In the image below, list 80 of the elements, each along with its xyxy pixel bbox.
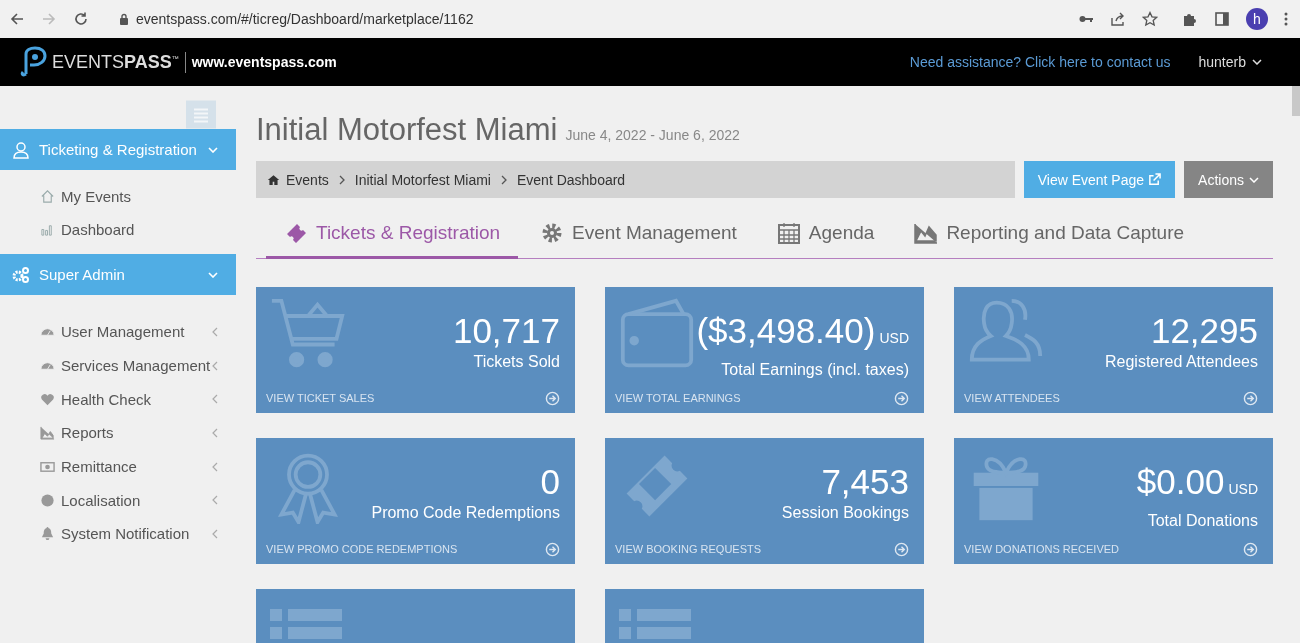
user-menu[interactable]: hunterb — [1198, 54, 1262, 70]
arrow-circle-icon[interactable] — [1243, 541, 1258, 557]
chevron-icon — [212, 394, 218, 405]
sidebar-item[interactable]: User Management — [0, 315, 236, 349]
gears-icon — [12, 265, 30, 284]
caret-icon — [1249, 176, 1259, 183]
breadcrumb-link[interactable]: Events — [286, 171, 329, 188]
back-icon[interactable] — [9, 11, 25, 27]
chevron-icon — [338, 174, 345, 185]
stat-value: $0.00 — [1136, 462, 1225, 502]
currency-unit: USD — [879, 330, 909, 346]
external-link-icon — [1148, 173, 1162, 186]
breadcrumb-link[interactable]: Initial Motorfest Miami — [354, 171, 491, 188]
stat-label: Tickets Sold — [473, 353, 560, 371]
chevron-icon — [500, 174, 507, 185]
side-panel-icon[interactable] — [1214, 11, 1230, 27]
sidebar-item[interactable]: Dashboard — [0, 213, 236, 246]
reload-icon[interactable] — [73, 11, 89, 27]
stat-label: Total Earnings (incl. taxes) — [721, 361, 909, 379]
chevron-icon — [212, 427, 218, 438]
address-bar[interactable]: eventspass.com/#/ticreg/Dashboard/marketplace/1162 — [136, 11, 474, 27]
calendar-icon — [776, 222, 801, 244]
forward-icon[interactable] — [41, 11, 57, 27]
logo-wordmark[interactable]: EVENTSPASS$^{™}$ — [52, 51, 186, 73]
arrow-circle-icon[interactable] — [1243, 390, 1258, 406]
chevron-icon — [208, 146, 218, 153]
sidebar-item[interactable]: Services Management — [0, 348, 236, 383]
site-address: www.eventspass.com — [191, 54, 337, 70]
stat-label: Total Donations — [1147, 512, 1258, 530]
sidebar-item[interactable]: Reports — [0, 416, 236, 450]
bar-chart-icon — [40, 222, 55, 237]
sidebar-item[interactable]: My Events — [0, 180, 236, 213]
tab[interactable]: Reporting and Data Capture — [896, 210, 1203, 259]
chevron-icon — [212, 326, 218, 337]
stat-value: 7,453 — [821, 462, 909, 502]
arrow-circle-icon[interactable] — [545, 390, 560, 406]
breadcrumb-link[interactable]: Event Dashboard — [516, 171, 626, 188]
sidebar-item[interactable]: System Notification — [0, 517, 236, 551]
chevron-icon — [212, 360, 218, 371]
event-title: Initial Motorfest Miami — [256, 112, 558, 148]
user-icon — [12, 140, 30, 159]
home-icon — [267, 173, 280, 186]
share-icon[interactable] — [1110, 11, 1126, 27]
chevron-icon — [208, 271, 218, 278]
sidebar-item[interactable]: Localisation — [0, 483, 236, 518]
scrollbar-thumb[interactable] — [1292, 86, 1300, 116]
stat-value: ($3,498.40) — [696, 311, 876, 351]
bell-icon — [40, 526, 55, 542]
caret-icon — [1252, 59, 1262, 65]
actions-button[interactable]: Actions — [1184, 161, 1273, 198]
tab[interactable]: Agenda — [758, 210, 893, 259]
currency-unit: USD — [1228, 481, 1258, 497]
home-icon — [40, 189, 55, 204]
stat-label: Promo Code Redemptions — [371, 504, 560, 522]
sidebar-item[interactable]: Health Check — [0, 382, 236, 417]
stat-value: 10,717 — [452, 311, 560, 351]
arrow-circle-icon[interactable] — [894, 541, 909, 557]
event-dates: June 4, 2022 - June 6, 2022 — [565, 127, 740, 143]
arrow-circle-icon[interactable] — [894, 390, 909, 406]
star-icon[interactable] — [1142, 11, 1158, 27]
stat-label: Registered Attendees — [1105, 353, 1258, 371]
stat-label: Session Bookings — [781, 504, 909, 522]
chevron-icon — [212, 495, 218, 506]
sidebar-item[interactable]: Remittance — [0, 449, 236, 484]
tab[interactable]: Event Management — [522, 210, 755, 259]
puzzle-icon[interactable] — [1182, 11, 1198, 27]
heart-icon — [40, 391, 55, 407]
help-link[interactable]: Need assistance? Click here to contact us — [909, 54, 1171, 70]
stat-value: 12,295 — [1150, 311, 1258, 351]
more-icon[interactable] — [1284, 11, 1288, 27]
tab[interactable]: Tickets & Registration — [266, 210, 519, 259]
area-chart-icon — [40, 425, 55, 441]
arrow-circle-icon[interactable] — [545, 541, 560, 557]
money-icon — [40, 459, 55, 475]
chevron-icon — [212, 461, 218, 472]
profile-avatar[interactable]: h — [1246, 8, 1268, 30]
chevron-icon — [212, 528, 218, 539]
area-chart-icon — [914, 222, 939, 244]
lock-icon — [119, 13, 129, 25]
stat-value: 0 — [540, 462, 560, 502]
